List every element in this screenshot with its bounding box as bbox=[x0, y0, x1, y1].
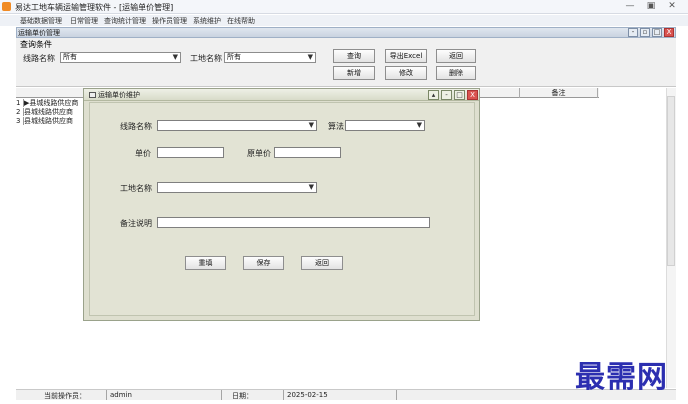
save-button[interactable]: 保存 bbox=[243, 256, 284, 270]
dialog-minimize-button[interactable]: - bbox=[441, 90, 452, 100]
window-icon bbox=[89, 92, 96, 98]
route-select-value: 所有 bbox=[63, 53, 77, 61]
status-divider bbox=[221, 390, 222, 400]
chevron-down-icon: ▼ bbox=[172, 53, 178, 61]
menu-basic-data[interactable]: 基础数据管理 bbox=[20, 16, 62, 26]
dialog-site-select[interactable]: ▼ bbox=[157, 182, 317, 193]
dialog-maximize-button[interactable]: □ bbox=[454, 90, 465, 100]
window-title: 易达工地车辆运输管理软件 - [运输单价管理] bbox=[15, 3, 174, 12]
menu-bar: 基础数据管理 日常管理 查询统计管理 操作员管理 系统维护 在线帮助 bbox=[0, 15, 688, 26]
dialog-method-select[interactable]: ▼ bbox=[345, 120, 425, 131]
dialog-remark-input[interactable] bbox=[157, 217, 430, 228]
status-divider bbox=[283, 390, 284, 400]
site-select-value: 所有 bbox=[227, 53, 241, 61]
app-icon bbox=[2, 2, 11, 11]
close-button[interactable]: ✕ bbox=[663, 1, 681, 12]
watermark-logo: 最需网 bbox=[575, 360, 668, 395]
row-text: 县城线路供应商 bbox=[29, 99, 79, 107]
dialog-titlebar bbox=[84, 89, 479, 101]
table-row[interactable]: 3 县城线路供应商 bbox=[16, 117, 86, 125]
row-number: 3 bbox=[16, 117, 24, 125]
dialog-back-button[interactable]: 返回 bbox=[301, 256, 343, 270]
date-label: 日期： bbox=[232, 392, 253, 400]
dialog-site-label: 工地名称 bbox=[120, 184, 152, 193]
site-label: 工地名称 bbox=[190, 54, 222, 63]
edit-button[interactable]: 修改 bbox=[385, 66, 427, 80]
dialog-method-label: 算法 bbox=[328, 122, 344, 131]
grid-col-hidden[interactable] bbox=[480, 88, 520, 98]
dialog-orig-price-input[interactable] bbox=[274, 147, 341, 158]
status-divider bbox=[106, 390, 107, 400]
grid-col-remark[interactable]: 备注 bbox=[520, 88, 598, 98]
minimize-button[interactable]: — bbox=[621, 1, 639, 12]
chevron-down-icon: ▼ bbox=[308, 183, 314, 191]
dialog-help-button[interactable]: ▴ bbox=[428, 90, 439, 100]
dialog-route-select[interactable]: ▼ bbox=[157, 120, 317, 131]
child-window-title: 运输单价管理 bbox=[18, 29, 60, 37]
dialog-route-label: 线路名称 bbox=[120, 122, 152, 131]
row-number: 1 bbox=[16, 99, 24, 107]
dialog-price-input[interactable] bbox=[157, 147, 224, 158]
menu-operator[interactable]: 操作员管理 bbox=[152, 16, 187, 26]
menu-maintenance[interactable]: 系统维护 bbox=[193, 16, 221, 26]
maximize-button[interactable]: ▣ bbox=[642, 1, 660, 12]
dialog-title: 运输单价维护 bbox=[98, 91, 140, 99]
menu-daily[interactable]: 日常管理 bbox=[70, 16, 98, 26]
dialog-close-button[interactable]: X bbox=[467, 90, 478, 100]
table-row[interactable]: 1 ▶县城线路供应商 bbox=[16, 99, 86, 107]
date-value: 2025-02-15 bbox=[287, 391, 328, 399]
table-row[interactable]: 2 县城线路供应商 bbox=[16, 108, 86, 116]
dialog-body bbox=[89, 102, 475, 316]
child-maximize-button[interactable]: □ bbox=[652, 28, 662, 37]
child-window-titlebar bbox=[16, 27, 676, 38]
query-section-label: 查询条件 bbox=[20, 40, 52, 49]
child-restore-button[interactable]: - bbox=[628, 28, 638, 37]
site-select[interactable]: 所有 ▼ bbox=[224, 52, 316, 63]
operator-value: admin bbox=[110, 391, 132, 399]
back-button[interactable]: 返回 bbox=[436, 49, 476, 63]
scrollbar-thumb[interactable] bbox=[667, 96, 675, 266]
chevron-down-icon: ▼ bbox=[308, 121, 314, 129]
menu-query-stats[interactable]: 查询统计管理 bbox=[104, 16, 146, 26]
route-select[interactable]: 所有 ▼ bbox=[60, 52, 181, 63]
row-number: 2 bbox=[16, 108, 24, 116]
dialog-price-label: 单价 bbox=[135, 149, 151, 158]
operator-label: 当前操作员： bbox=[44, 392, 86, 400]
route-label: 线路名称 bbox=[23, 54, 55, 63]
export-excel-button[interactable]: 导出Excel bbox=[385, 49, 427, 63]
add-button[interactable]: 新增 bbox=[333, 66, 375, 80]
query-button[interactable]: 查询 bbox=[333, 49, 375, 63]
reset-button[interactable]: 重填 bbox=[185, 256, 226, 270]
delete-button[interactable]: 删除 bbox=[436, 66, 476, 80]
dialog-remark-label: 备注说明 bbox=[120, 219, 152, 228]
dialog-orig-price-label: 原单价 bbox=[247, 149, 271, 158]
chevron-down-icon: ▼ bbox=[416, 121, 422, 129]
chevron-down-icon: ▼ bbox=[307, 53, 313, 61]
row-text: 县城线路供应商 bbox=[24, 108, 73, 116]
menu-help[interactable]: 在线帮助 bbox=[227, 16, 255, 26]
child-minimize-button[interactable]: ▫ bbox=[640, 28, 650, 37]
status-divider bbox=[396, 390, 397, 400]
child-close-button[interactable]: X bbox=[664, 28, 674, 37]
row-text: 县城线路供应商 bbox=[24, 117, 73, 125]
